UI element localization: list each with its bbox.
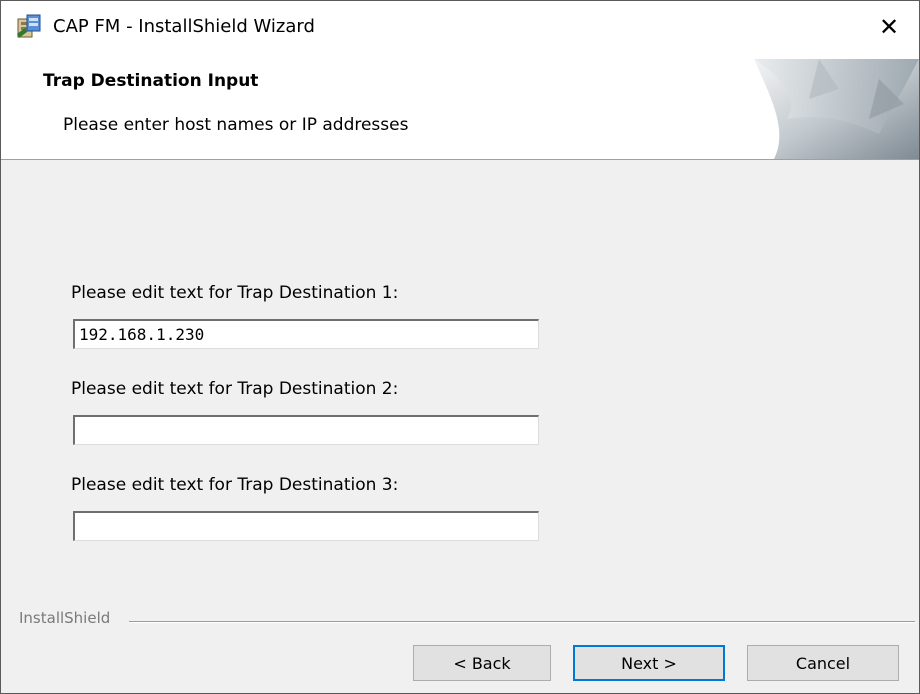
trap-destination-2-label: Please edit text for Trap Destination 2: <box>71 379 399 399</box>
wizard-banner-graphic <box>754 59 919 159</box>
page-subtitle: Please enter host names or IP addresses <box>63 115 409 135</box>
cancel-button[interactable]: Cancel <box>747 645 899 681</box>
installer-icon <box>15 12 43 40</box>
installshield-brand-label: InstallShield <box>19 609 111 627</box>
trap-destination-3-input[interactable] <box>73 511 539 541</box>
trap-destination-2-input[interactable] <box>73 415 539 445</box>
header-banner: Trap Destination Input Please enter host… <box>1 59 919 160</box>
title-bar: CAP FM - InstallShield Wizard ✕ <box>1 1 919 59</box>
trap-destination-3-label: Please edit text for Trap Destination 3: <box>71 475 399 495</box>
page-title: Trap Destination Input <box>43 71 259 91</box>
trap-destination-1-label: Please edit text for Trap Destination 1: <box>71 283 399 303</box>
installshield-wizard-window: CAP FM - InstallShield Wizard ✕ Trap Des… <box>0 0 920 694</box>
window-title: CAP FM - InstallShield Wizard <box>53 16 315 37</box>
next-button[interactable]: Next > <box>573 645 725 681</box>
back-button[interactable]: < Back <box>413 645 551 681</box>
close-button[interactable]: ✕ <box>859 1 919 53</box>
footer-divider <box>129 621 915 623</box>
trap-destination-1-input[interactable] <box>73 319 539 349</box>
close-icon: ✕ <box>878 13 900 41</box>
